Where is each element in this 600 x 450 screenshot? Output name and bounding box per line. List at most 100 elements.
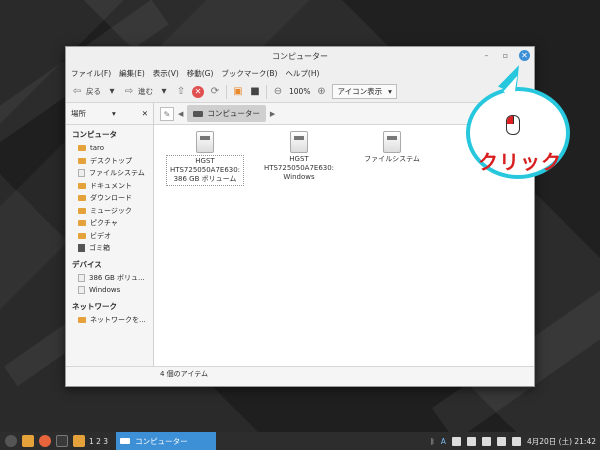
file-item-windows[interactable]: HGST HTS725050A7E630: Windows xyxy=(260,131,338,182)
forward-label: 進む xyxy=(138,87,153,96)
reload-icon[interactable]: ⟳ xyxy=(209,86,221,98)
toolbar-separator xyxy=(226,84,227,99)
folder-icon xyxy=(78,182,86,189)
item-count: 4 個のアイテム xyxy=(160,369,208,378)
folder-icon[interactable] xyxy=(73,435,85,447)
home-folder-icon[interactable]: ▣ xyxy=(232,86,244,98)
system-tray: ᛒ A 4月20日 (土) 21:42 xyxy=(430,436,600,447)
sidebar-item-filesystem[interactable]: ファイルシステム xyxy=(66,167,153,180)
file-label-line: HTS725050A7E630: xyxy=(169,166,241,174)
sidebar-item-downloads[interactable]: ダウンロード xyxy=(66,192,153,205)
menu-help[interactable]: ヘルプ(H) xyxy=(285,68,319,79)
sidebar-section-network: ネットワーク xyxy=(72,301,117,311)
stop-icon[interactable]: ✕ xyxy=(192,85,204,98)
sidebar-close-icon[interactable]: ✕ xyxy=(142,109,148,118)
close-button[interactable]: ✕ xyxy=(519,50,530,61)
shield-icon[interactable] xyxy=(481,436,491,446)
window-controls: – ▫ ✕ xyxy=(481,50,530,61)
back-button[interactable]: ⇦ 戻る xyxy=(71,86,101,98)
sidebar-item-videos[interactable]: ビデオ xyxy=(66,230,153,243)
drive-icon xyxy=(196,131,214,153)
window-titlebar[interactable]: コンピューター – ▫ ✕ xyxy=(66,47,534,65)
volume-icon[interactable] xyxy=(511,436,521,446)
menu-file[interactable]: ファイル(F) xyxy=(71,68,111,79)
forward-history-dropdown-icon[interactable]: ▾ xyxy=(158,86,170,98)
sidebar-item-label: ファイルシステム xyxy=(89,169,145,178)
task-label: コンピューター xyxy=(135,436,188,446)
sidebar-item-browse-network[interactable]: ネットワークを... xyxy=(66,314,153,327)
zoom-out-icon[interactable]: ⊖ xyxy=(272,86,284,98)
clock[interactable]: 4月20日 (土) 21:42 xyxy=(527,436,596,447)
drive-icon xyxy=(78,273,85,282)
computer-icon[interactable]: ■ xyxy=(249,86,261,98)
window-title: コンピューター xyxy=(272,51,328,61)
menubar: ファイル(F) 編集(E) 表示(V) 移動(G) ブックマーク(B) ヘルプ(… xyxy=(66,65,534,81)
view-mode-select[interactable]: アイコン表示 ▾ xyxy=(332,84,397,99)
workspace-switcher[interactable]: 1 2 3 xyxy=(89,437,108,446)
maximize-button[interactable]: ▫ xyxy=(500,50,511,61)
sidebar-item-pictures[interactable]: ピクチャ xyxy=(66,217,153,230)
drive-icon xyxy=(78,169,85,178)
terminal-icon[interactable] xyxy=(56,435,68,447)
path-scroll-left-icon[interactable]: ◀ xyxy=(178,110,183,118)
file-label-line: HGST xyxy=(289,155,309,163)
sidebar-item-documents[interactable]: ドキュメント xyxy=(66,180,153,193)
breadcrumb-label: コンピューター xyxy=(207,109,260,118)
chevron-down-icon[interactable]: ▾ xyxy=(112,109,116,118)
file-manager-icon[interactable] xyxy=(22,435,34,447)
file-manager-window: コンピューター – ▫ ✕ ファイル(F) 編集(E) 表示(V) 移動(G) … xyxy=(65,46,535,387)
folder-icon xyxy=(78,207,86,214)
update-icon[interactable] xyxy=(466,436,476,446)
minimize-button[interactable]: – xyxy=(481,50,492,61)
sidebar-item-label: ビデオ xyxy=(90,231,111,240)
sidebar-header: 場所 ▾ ✕ xyxy=(66,103,153,125)
sidebar-item-label: ダウンロード xyxy=(90,194,132,203)
menu-icon[interactable] xyxy=(5,435,17,447)
file-label: ファイルシステム xyxy=(350,155,434,164)
back-history-dropdown-icon[interactable]: ▾ xyxy=(106,86,118,98)
sidebar-section-devices: デバイス xyxy=(72,259,102,269)
file-label-line: Windows xyxy=(283,173,315,181)
forward-button[interactable]: ⇨ 進む xyxy=(123,86,153,98)
toolbar-separator xyxy=(266,84,267,99)
sidebar-item-trash[interactable]: ゴミ箱 xyxy=(66,242,153,255)
network-icon[interactable] xyxy=(496,436,506,446)
menu-go[interactable]: 移動(G) xyxy=(187,68,214,79)
drive-icon xyxy=(383,131,401,153)
menu-bookmarks[interactable]: ブックマーク(B) xyxy=(221,68,277,79)
sidebar-mode-label[interactable]: 場所 xyxy=(71,108,86,119)
bluetooth-icon[interactable]: ᛒ xyxy=(430,437,435,446)
zoom-in-icon[interactable]: ⊕ xyxy=(315,86,327,98)
file-item-filesystem[interactable]: ファイルシステム xyxy=(350,131,434,164)
toolbar: ⇦ 戻る ▾ ⇨ 進む ▾ ⇧ ✕ ⟳ ▣ ■ ⊖ 100% ⊕ アイコン表示 … xyxy=(66,81,534,103)
arrow-right-icon: ⇨ xyxy=(124,85,134,97)
menu-edit[interactable]: 編集(E) xyxy=(119,68,145,79)
taskbar-task-computer[interactable]: コンピューター xyxy=(116,432,217,450)
keyboard-layout[interactable]: A xyxy=(441,437,446,446)
computer-icon xyxy=(193,110,204,117)
sidebar-item-windows[interactable]: Windows xyxy=(66,284,153,297)
path-scroll-right-icon[interactable]: ▶ xyxy=(270,110,275,118)
callout-text: クリック xyxy=(478,150,562,174)
trash-icon xyxy=(78,244,85,253)
computer-icon xyxy=(120,438,131,444)
file-item-volume[interactable]: HGST HTS725050A7E630: 386 GB ボリューム xyxy=(166,131,244,186)
clipboard-icon[interactable] xyxy=(451,436,461,446)
up-arrow-icon[interactable]: ⇧ xyxy=(175,86,187,98)
browser-icon[interactable] xyxy=(39,435,51,447)
sidebar-section-computer: コンピュータ xyxy=(72,130,117,139)
sidebar-item-home[interactable]: taro xyxy=(66,142,153,155)
sidebar: 場所 ▾ ✕ コンピュータ taro デスクトップ ファイルシステム ドキュメン… xyxy=(66,103,154,366)
sidebar-item-label: ピクチャ xyxy=(90,219,118,228)
sidebar-item-music[interactable]: ミュージック xyxy=(66,205,153,218)
file-label-line: ファイルシステム xyxy=(364,155,420,163)
sidebar-item-label: 386 GB ボリュ... xyxy=(89,273,145,282)
home-folder-icon xyxy=(78,145,86,152)
breadcrumb-computer[interactable]: コンピューター xyxy=(187,105,266,122)
sidebar-item-desktop[interactable]: デスクトップ xyxy=(66,155,153,168)
folder-icon xyxy=(78,157,86,164)
edit-path-icon[interactable]: ✎ xyxy=(160,106,174,121)
sidebar-item-volume[interactable]: 386 GB ボリュ... xyxy=(66,272,153,285)
menu-view[interactable]: 表示(V) xyxy=(153,68,179,79)
folder-icon xyxy=(78,195,86,202)
